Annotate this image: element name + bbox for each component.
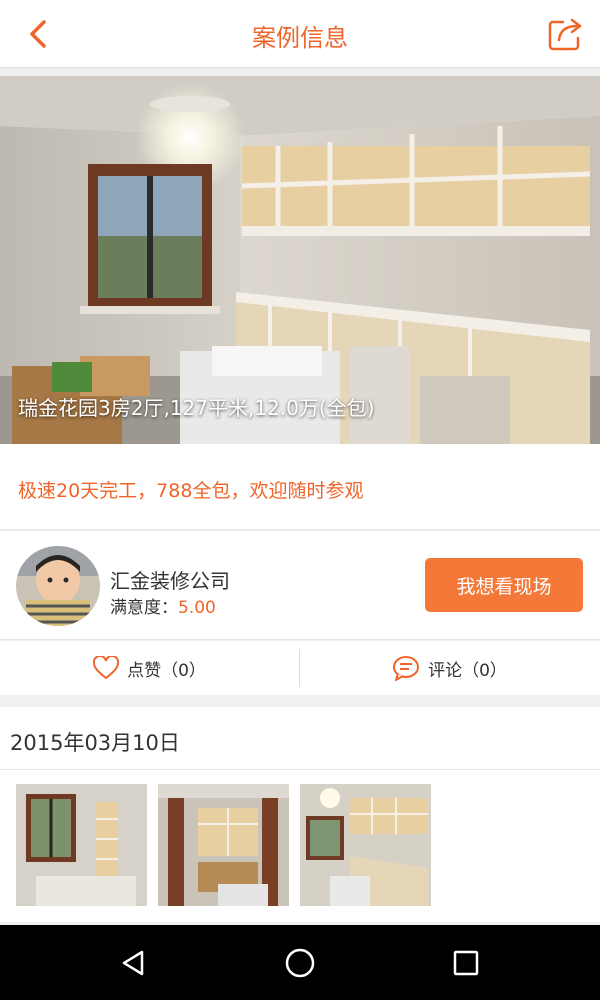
page-title: 案例信息: [252, 24, 348, 52]
recents-square-icon: [453, 950, 479, 975]
share-icon: [548, 18, 582, 51]
case-info-page: 案例信息 瑞金花园3房2厅,127平米,12.0万(全包) 极速20天完工，78…: [0, 0, 600, 1000]
comment-label: 评论（0）: [428, 660, 507, 681]
company-section: 汇金装修公司 满意度：5.00 我想看现场: [0, 531, 600, 640]
hero-caption: 瑞金花园3房2厅,127平米,12.0万(全包): [18, 396, 375, 420]
gallery-thumbnail[interactable]: [16, 784, 147, 906]
rating-label: 满意度：: [110, 598, 178, 618]
photo-gallery: 2015年03月10日: [0, 707, 600, 922]
company-name[interactable]: 汇金装修公司: [110, 565, 230, 594]
rating-value: 5.00: [178, 598, 216, 618]
gallery-thumbnail[interactable]: [300, 784, 431, 906]
back-triangle-icon: [122, 950, 144, 975]
share-button[interactable]: [546, 14, 586, 54]
visit-site-button[interactable]: 我想看现场: [425, 558, 583, 612]
action-bar: 点赞（0） 评论（0）: [0, 641, 600, 695]
nav-home-button[interactable]: [240, 925, 360, 1000]
rating-row: 满意度：5.00: [110, 593, 216, 618]
nav-back-button[interactable]: [73, 925, 193, 1000]
avatar[interactable]: [16, 546, 100, 626]
like-label: 点赞（0）: [127, 660, 206, 681]
system-navigation-bar: [0, 925, 600, 1000]
like-button[interactable]: 点赞（0）: [0, 641, 299, 695]
heart-icon: [93, 656, 120, 680]
promo-section: 极速20天完工，788全包，欢迎随时参观: [0, 444, 600, 530]
gallery-date: 2015年03月10日: [10, 731, 180, 755]
home-circle-icon: [285, 948, 315, 977]
comment-button[interactable]: 评论（0）: [300, 641, 599, 695]
promo-text: 极速20天完工，788全包，欢迎随时参观: [18, 480, 364, 502]
nav-recents-button[interactable]: [406, 925, 526, 1000]
hero-photo[interactable]: [0, 76, 600, 444]
comment-icon: [393, 656, 420, 681]
header-bar: 案例信息: [0, 0, 600, 68]
divider: [0, 769, 600, 770]
gallery-thumbnail[interactable]: [158, 784, 289, 906]
